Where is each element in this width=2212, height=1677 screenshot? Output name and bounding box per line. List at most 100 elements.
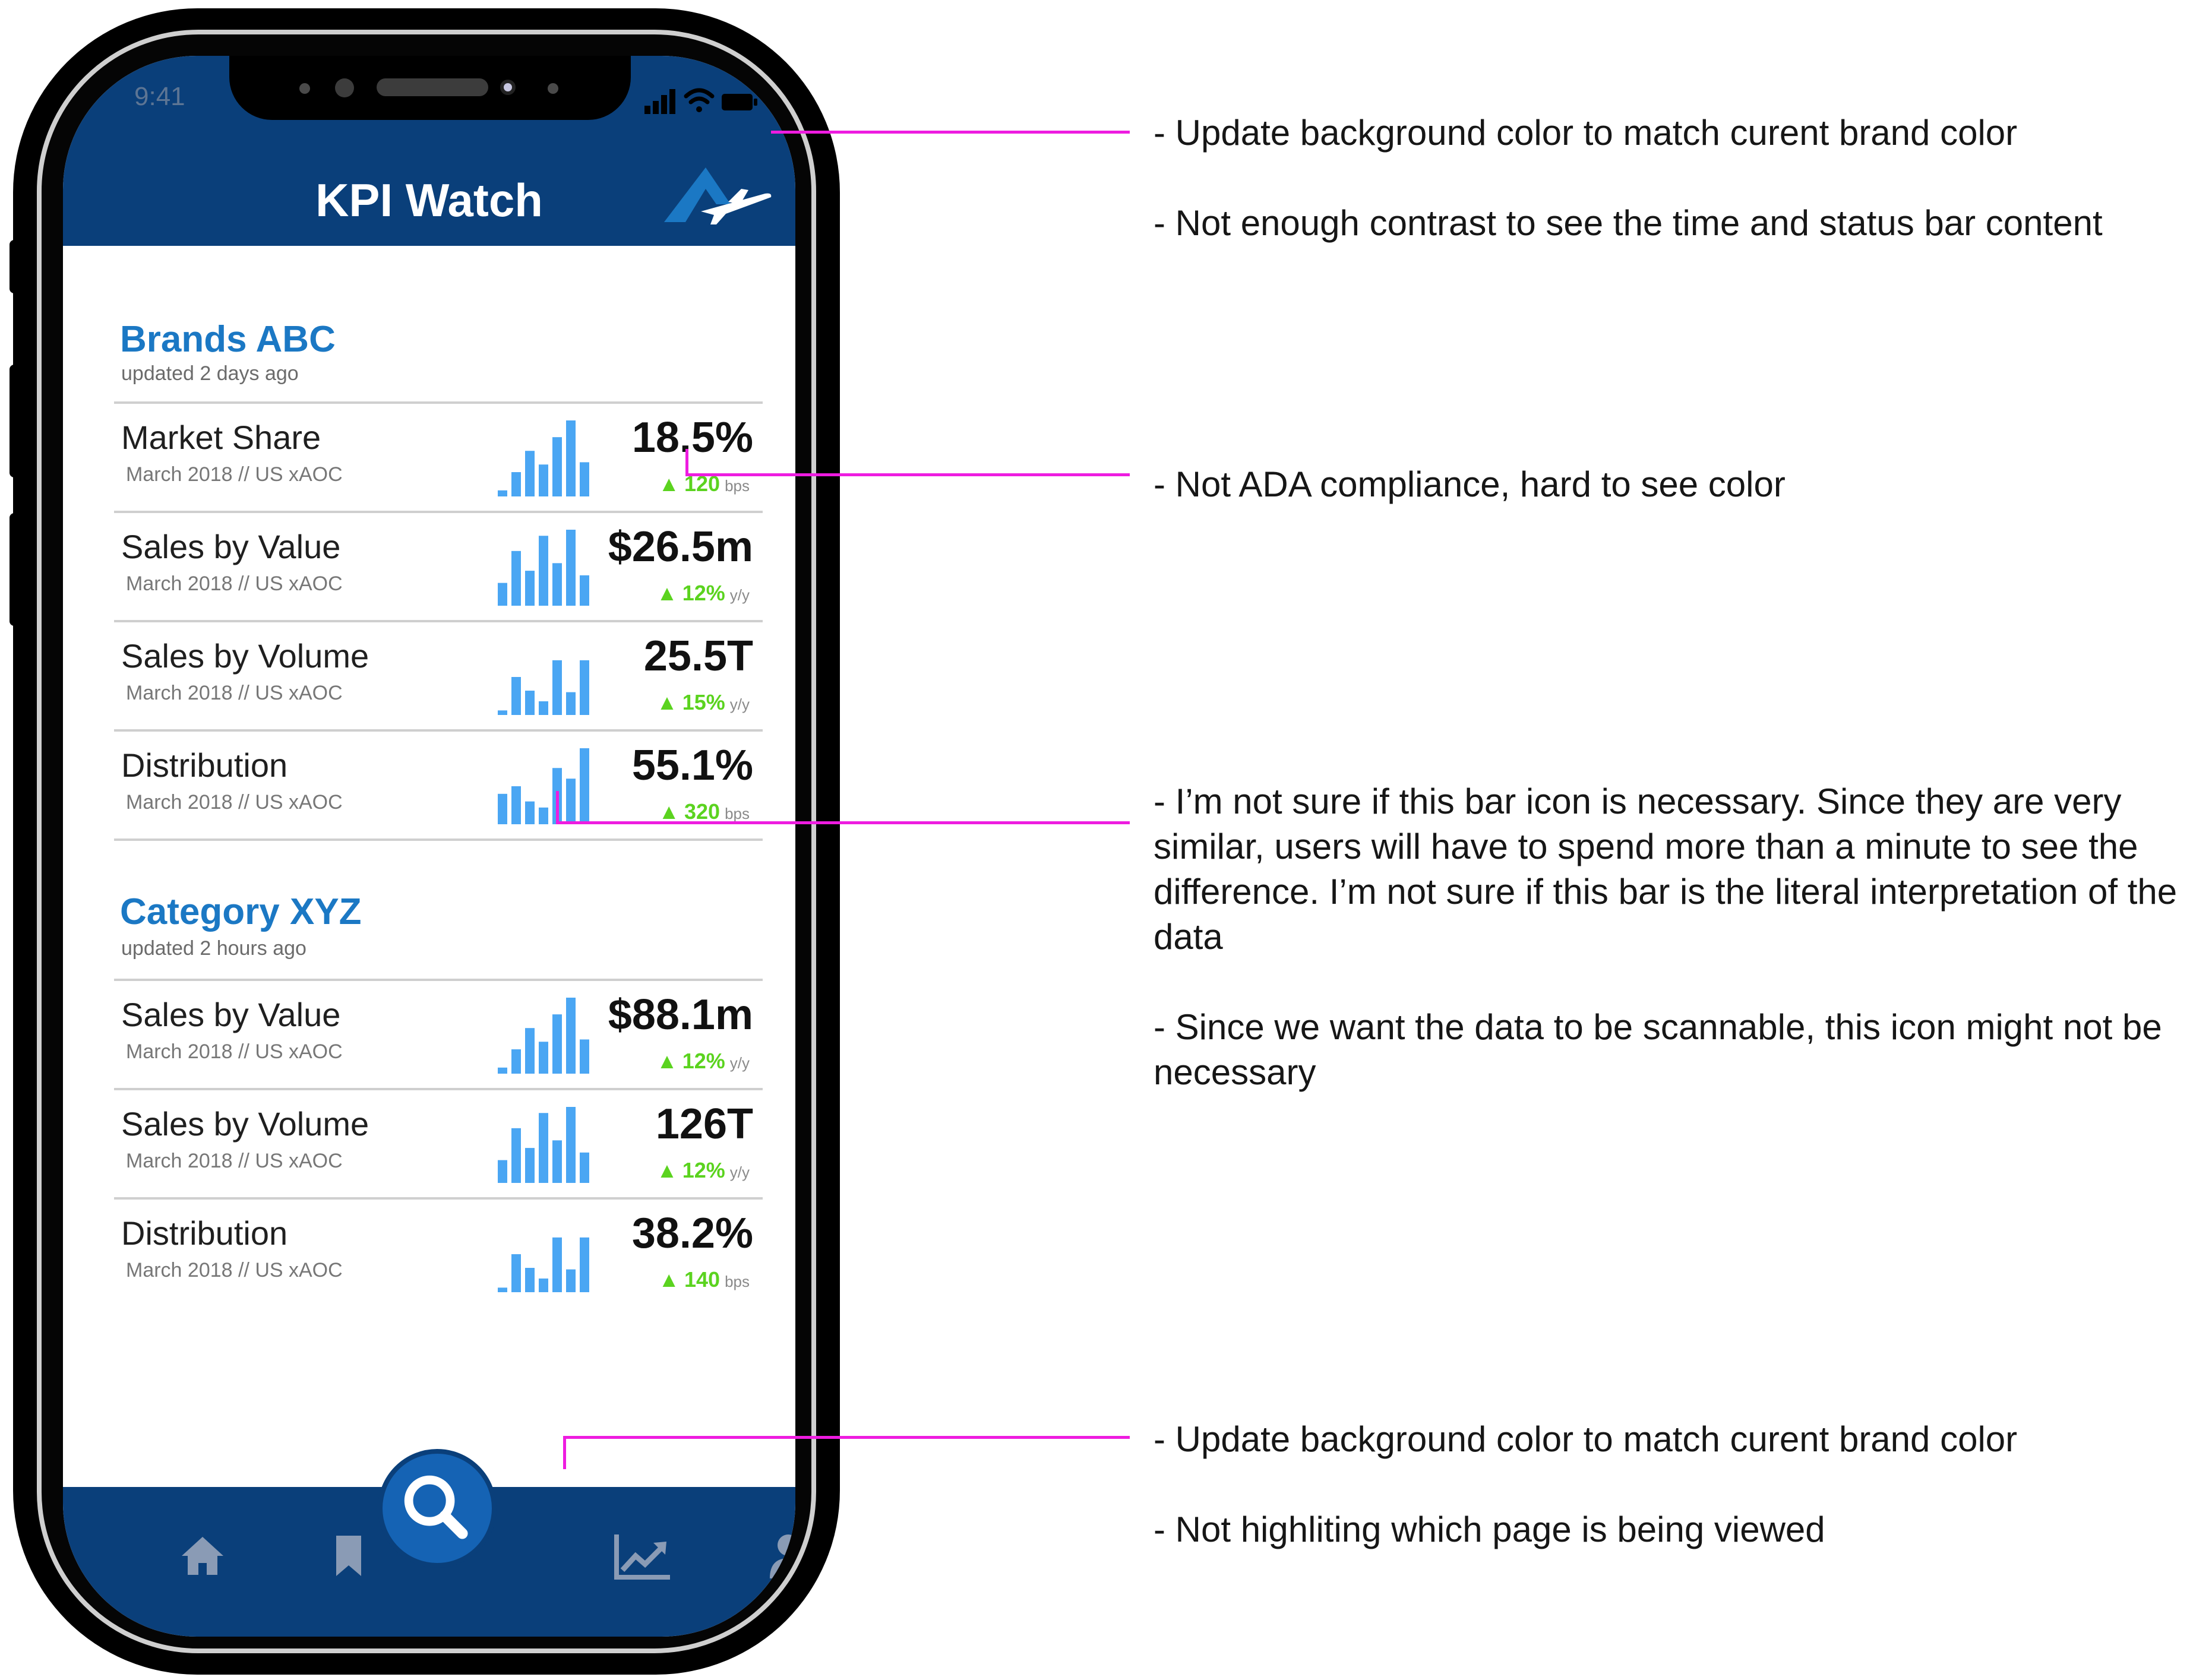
- spark-bar: [552, 1237, 562, 1292]
- spark-bar: [498, 490, 507, 496]
- annotation-leader: [685, 449, 688, 476]
- front-camera: [335, 78, 354, 97]
- kpi-meta: March 2018 // US xAOC: [126, 1259, 343, 1282]
- spark-bar: [566, 420, 576, 496]
- kpi-meta: March 2018 // US xAOC: [126, 572, 343, 595]
- signal-icon: [644, 89, 675, 114]
- spark-bar: [525, 571, 535, 606]
- spark-bar: [580, 660, 589, 715]
- spark-bar: [566, 692, 576, 715]
- spark-bar: [566, 998, 576, 1074]
- silent-switch: [10, 240, 26, 293]
- battery-icon: [722, 94, 757, 110]
- spark-bar: [539, 1042, 548, 1074]
- spark-bar: [552, 1014, 562, 1074]
- spark-bar: [539, 807, 548, 824]
- divider: [114, 838, 763, 841]
- spark-bar: [566, 530, 576, 606]
- kpi-name: Distribution: [121, 1214, 288, 1252]
- spark-bar: [498, 710, 507, 715]
- bar-sparkline-icon: [498, 1237, 589, 1292]
- section-title: Category XYZ: [120, 891, 362, 932]
- delta-unit: y/y: [729, 695, 750, 713]
- kpi-meta: March 2018 // US xAOC: [126, 682, 343, 704]
- delta-value: 12%: [682, 1158, 725, 1182]
- spark-bar: [498, 1287, 507, 1292]
- up-arrow-icon: ▲: [656, 690, 678, 714]
- kpi-delta: ▲ 12% y/y: [656, 1158, 750, 1183]
- bar-sparkline-icon: [498, 420, 589, 496]
- kpi-name: Sales by Volume: [121, 1105, 369, 1143]
- spark-bar: [525, 1148, 535, 1183]
- annotation-leader: [556, 821, 1130, 824]
- delta-unit: bps: [725, 1273, 750, 1290]
- spark-bar: [525, 801, 535, 824]
- spark-bar: [580, 462, 589, 496]
- section-updated: updated 2 days ago: [121, 362, 299, 385]
- annotation-note: - Update background color to match curen…: [1154, 1419, 2018, 1549]
- volume-down-button: [10, 513, 26, 626]
- spark-bar: [511, 472, 521, 496]
- airplane-logo-icon: [664, 167, 772, 224]
- up-arrow-icon: ▲: [658, 472, 680, 496]
- kpi-row[interactable]: Sales by Value March 2018 // US xAOC $26…: [114, 513, 763, 620]
- kpi-row[interactable]: Market Share March 2018 // US xAOC 18.5%…: [114, 404, 763, 511]
- kpi-value: $88.1m: [608, 991, 753, 1039]
- spark-bar: [539, 1113, 548, 1183]
- spark-bar: [498, 1067, 507, 1074]
- spark-bar: [552, 563, 562, 606]
- kpi-meta: March 2018 // US xAOC: [126, 1040, 343, 1063]
- trend-chart-icon[interactable]: [612, 1529, 674, 1582]
- kpi-value: $26.5m: [608, 523, 753, 571]
- bar-sparkline-icon: [498, 530, 589, 606]
- wifi-icon: [684, 88, 715, 112]
- bar-sparkline-icon: [498, 998, 589, 1074]
- kpi-delta: ▲ 320 bps: [658, 799, 750, 824]
- kpi-row[interactable]: Sales by Volume March 2018 // US xAOC 12…: [114, 1090, 763, 1197]
- bar-sparkline-icon: [498, 748, 589, 824]
- spark-bar: [580, 1039, 589, 1074]
- section-title: Brands ABC: [120, 319, 336, 360]
- annotation-leader: [563, 1436, 1130, 1439]
- sensor-dot: [299, 83, 310, 94]
- spark-bar: [511, 677, 521, 715]
- up-arrow-icon: ▲: [658, 799, 680, 824]
- kpi-value: 18.5%: [631, 414, 753, 461]
- kpi-row[interactable]: Sales by Volume March 2018 // US xAOC 25…: [114, 622, 763, 729]
- annotation-leader: [771, 131, 1130, 134]
- up-arrow-icon: ▲: [656, 1049, 678, 1073]
- spark-bar: [580, 1152, 589, 1183]
- delta-value: 15%: [682, 690, 725, 714]
- annotation-leader: [563, 1436, 566, 1469]
- kpi-row[interactable]: Distribution March 2018 // US xAOC 38.2%…: [114, 1200, 763, 1306]
- app-screen: 9:41 KPI Watch Brands ABC updated 2 days…: [63, 56, 795, 1637]
- spark-bar: [580, 575, 589, 606]
- search-icon: [404, 1475, 468, 1539]
- bottom-tab-bar: [63, 1449, 795, 1637]
- delta-unit: y/y: [729, 586, 750, 604]
- annotation-note: - Not ADA compliance, hard to see color: [1154, 464, 1786, 504]
- spark-bar: [511, 1049, 521, 1074]
- volume-up-button: [10, 365, 26, 477]
- kpi-meta: March 2018 // US xAOC: [126, 463, 343, 486]
- spark-bar: [525, 691, 535, 715]
- delta-value: 12%: [682, 1049, 725, 1073]
- app-header: 9:41 KPI Watch: [63, 56, 795, 246]
- bar-sparkline-icon: [498, 660, 589, 715]
- bookmark-icon[interactable]: [322, 1529, 375, 1582]
- kpi-row[interactable]: Sales by Value March 2018 // US xAOC $88…: [114, 981, 763, 1088]
- annotation-leader: [556, 791, 559, 824]
- spark-bar: [525, 1028, 535, 1074]
- spark-bar: [539, 536, 548, 606]
- search-button[interactable]: [378, 1449, 497, 1568]
- home-icon[interactable]: [176, 1529, 229, 1582]
- kpi-value: 126T: [655, 1100, 753, 1148]
- user-icon[interactable]: [761, 1529, 795, 1582]
- spark-bar: [511, 1128, 521, 1183]
- annotation-leader: [685, 473, 1130, 476]
- delta-value: 12%: [682, 581, 725, 605]
- kpi-name: Sales by Value: [121, 528, 341, 565]
- annotation-note: - I’m not sure if this bar icon is neces…: [1154, 781, 2178, 1092]
- spark-bar: [511, 786, 521, 824]
- section-updated: updated 2 hours ago: [121, 937, 306, 960]
